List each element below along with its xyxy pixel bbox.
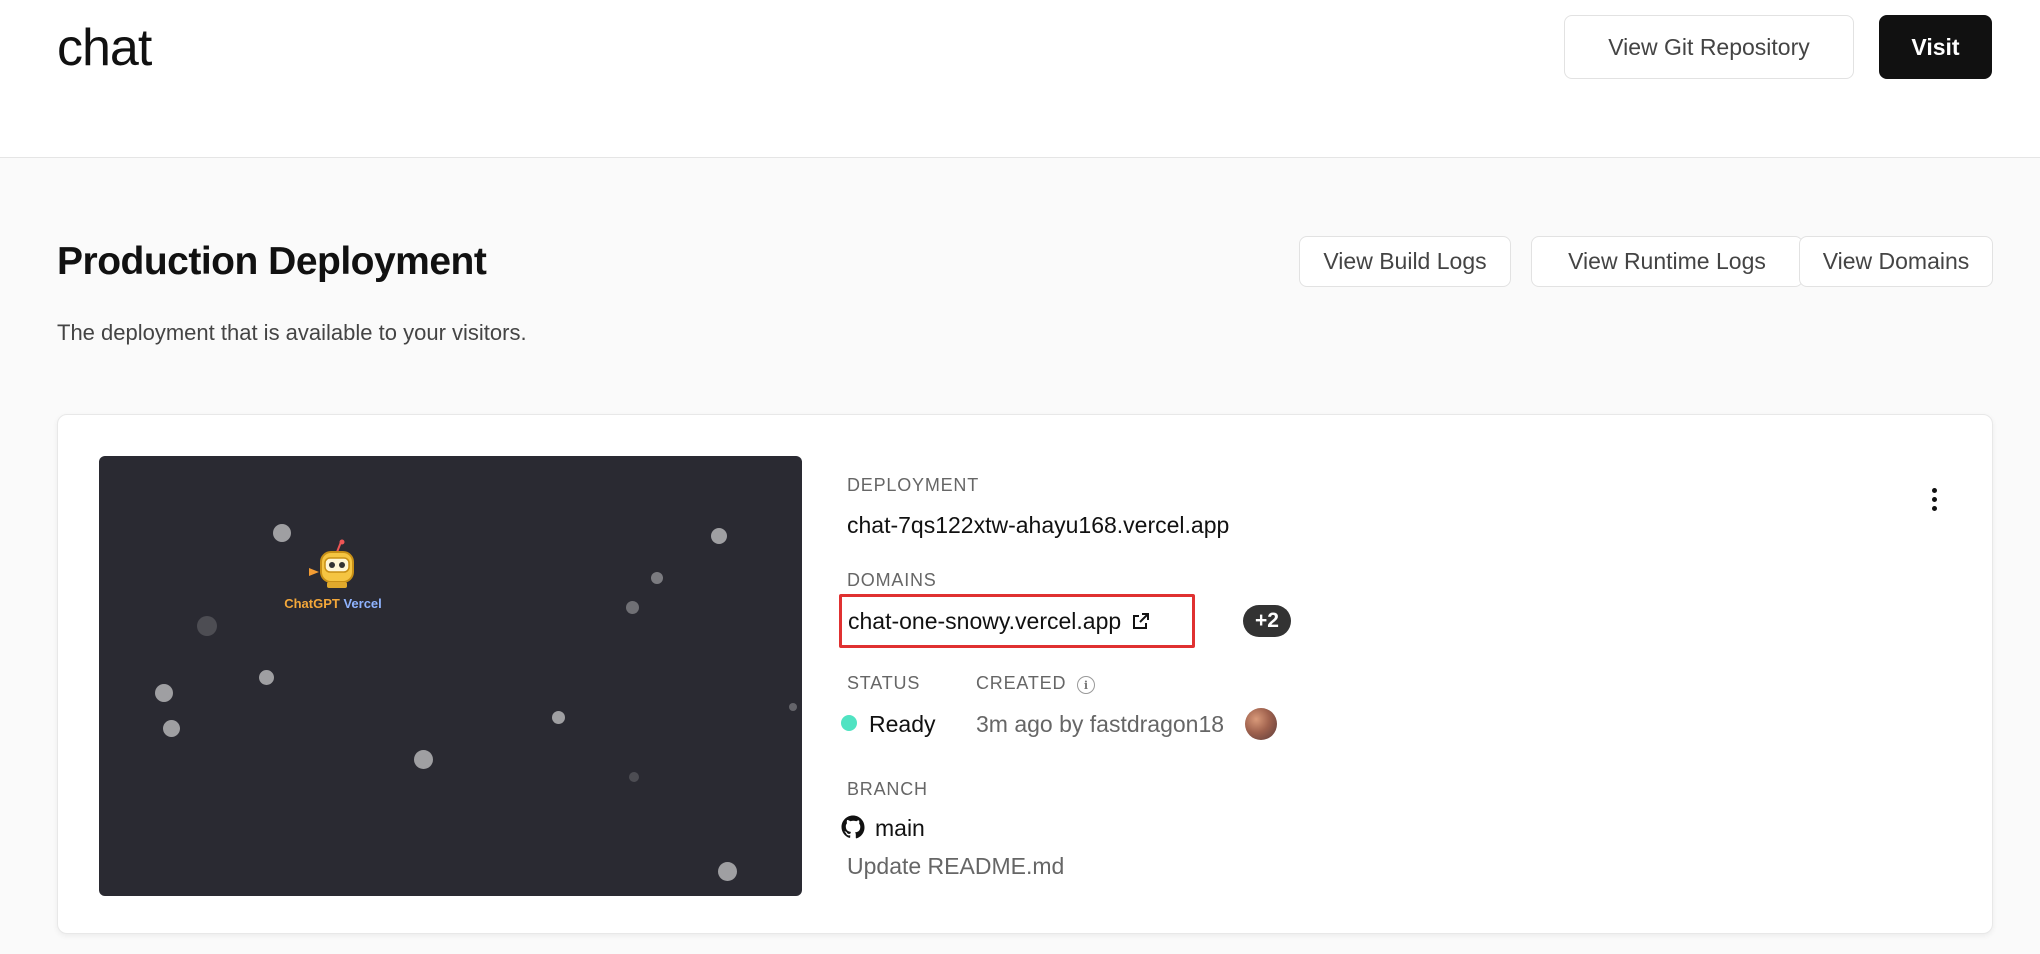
preview-particle [163, 720, 180, 737]
preview-particle [718, 862, 737, 881]
view-git-repository-button[interactable]: View Git Repository [1564, 15, 1854, 79]
visit-button[interactable]: Visit [1879, 15, 1992, 79]
preview-particle [651, 572, 663, 584]
view-runtime-logs-button[interactable]: View Runtime Logs [1531, 236, 1803, 287]
robot-logo-icon [309, 539, 354, 588]
created-value: 3m ago by fastdragon18 [976, 711, 1225, 737]
avatar[interactable] [1245, 708, 1277, 740]
commit-message[interactable]: Update README.md [847, 853, 1064, 880]
preview-particle [626, 601, 639, 614]
github-icon [841, 815, 865, 839]
preview-particle [259, 670, 274, 685]
deployment-url[interactable]: chat-7qs122xtw-ahayu168.vercel.app [847, 512, 1229, 539]
domain-link-highlight: chat-one-snowy.vercel.app [839, 594, 1195, 648]
domains-more-badge[interactable]: +2 [1243, 605, 1291, 637]
info-icon[interactable]: i [1077, 676, 1095, 694]
preview-particle [552, 711, 565, 724]
status-label: STATUS [847, 673, 921, 693]
view-domains-button[interactable]: View Domains [1799, 236, 1993, 287]
deployment-preview[interactable]: ChatGPT Vercel [99, 456, 802, 896]
preview-particle [414, 750, 433, 769]
status-ready-dot [841, 715, 857, 731]
domains-label: DOMAINS [847, 570, 937, 590]
preview-particle [711, 528, 727, 544]
preview-particle [155, 684, 173, 702]
section-title: Production Deployment [57, 240, 487, 283]
logo-text: ChatGPT Vercel [275, 596, 391, 611]
logo-text-vercel: Vercel [343, 596, 382, 611]
project-header: chat View Git Repository Visit [0, 0, 2040, 158]
view-build-logs-button[interactable]: View Build Logs [1299, 236, 1511, 287]
deployment-card: ChatGPT Vercel DEPLOYMENT chat-7qs122xtw… [57, 414, 1993, 934]
section-subtitle: The deployment that is available to your… [57, 320, 527, 345]
more-vertical-icon[interactable] [1922, 479, 1946, 519]
status-value: Ready [869, 711, 936, 737]
preview-particle [629, 772, 639, 782]
domain-link[interactable]: chat-one-snowy.vercel.app [848, 608, 1121, 635]
preview-particle [789, 703, 797, 711]
deployment-label: DEPLOYMENT [847, 475, 980, 495]
project-title: chat [57, 19, 152, 77]
branch-label: BRANCH [847, 779, 928, 799]
external-link-icon[interactable] [1131, 611, 1151, 631]
logo-text-chatgpt: ChatGPT [284, 596, 340, 611]
branch-name[interactable]: main [875, 815, 925, 842]
chatgpt-vercel-logo: ChatGPT Vercel [275, 538, 391, 618]
created-label: CREATED [976, 673, 1067, 693]
preview-particle [197, 616, 217, 636]
